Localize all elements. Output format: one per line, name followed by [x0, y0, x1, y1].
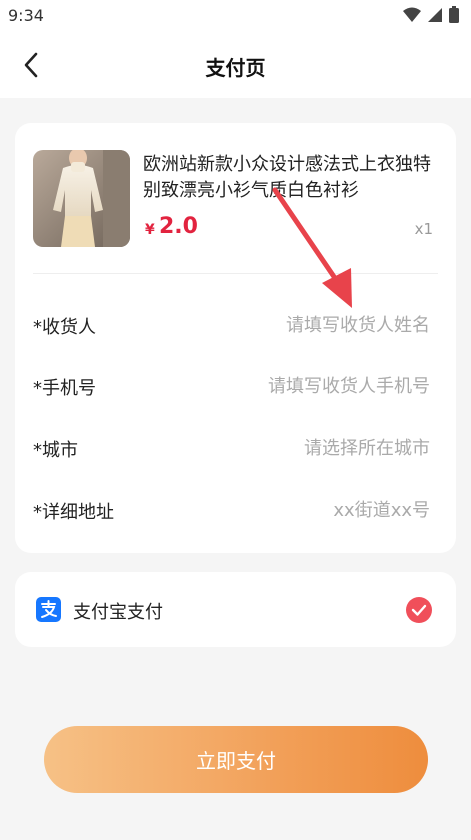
payment-method-label: 支付宝支付: [73, 602, 163, 623]
app-header: 支付页: [0, 32, 471, 98]
page-title: 支付页: [205, 56, 266, 80]
payment-method-option[interactable]: 支付宝支付: [15, 572, 456, 647]
phone-input[interactable]: [180, 370, 430, 402]
city-label: *城市: [33, 440, 78, 461]
address-input[interactable]: [180, 494, 430, 526]
phone-label: *手机号: [33, 378, 96, 399]
recipient-name-field: *收货人: [33, 305, 430, 345]
status-time: 9:34: [8, 6, 44, 25]
address-label: *详细地址: [33, 502, 114, 523]
address-field: *详细地址: [33, 490, 430, 530]
product-item: 欧洲站新款小众设计感法式上衣独特别致漂亮小衫气质白色衬衫 ¥ 2.0 x1: [33, 150, 438, 248]
currency-symbol: ¥: [145, 222, 155, 238]
product-price: 2.0: [159, 214, 198, 239]
recipient-name-label: *收货人: [33, 317, 96, 338]
pay-now-button[interactable]: 立即支付: [44, 726, 428, 793]
divider: [33, 273, 438, 274]
recipient-name-input[interactable]: [180, 309, 430, 341]
city-input[interactable]: [180, 432, 430, 464]
city-field: *城市: [33, 428, 430, 468]
check-circle-icon[interactable]: [406, 597, 432, 623]
alipay-icon: [36, 597, 61, 622]
status-icons: [403, 6, 459, 23]
product-image: [33, 150, 130, 247]
battery-icon: [449, 6, 459, 23]
order-card: 欧洲站新款小众设计感法式上衣独特别致漂亮小衫气质白色衬衫 ¥ 2.0 x1 *收…: [15, 123, 456, 553]
wifi-icon: [403, 7, 421, 22]
product-name: 欧洲站新款小众设计感法式上衣独特别致漂亮小衫气质白色衬衫: [143, 154, 431, 201]
cellular-signal-icon: [428, 7, 442, 22]
status-bar: 9:34: [0, 0, 471, 32]
product-quantity: x1: [414, 220, 433, 238]
phone-field: *手机号: [33, 366, 430, 406]
